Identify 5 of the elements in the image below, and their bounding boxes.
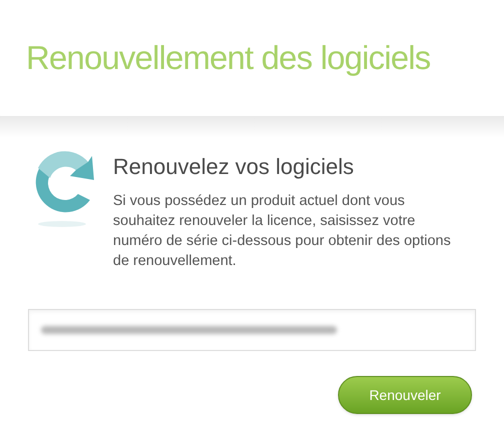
section-heading: Renouvelez vos logiciels xyxy=(113,153,355,181)
renew-button[interactable]: Renouveler xyxy=(338,376,472,414)
serial-number-field[interactable] xyxy=(28,309,476,351)
page-title: Renouvellement des logiciels xyxy=(26,38,430,78)
intro-paragraph: Si vous possédez un produit actuel dont vous souhaitez renouveler la licence, saisissez votre numéro de série ci-dessous pour obtenir des options de renouvellement. xyxy=(113,192,452,271)
